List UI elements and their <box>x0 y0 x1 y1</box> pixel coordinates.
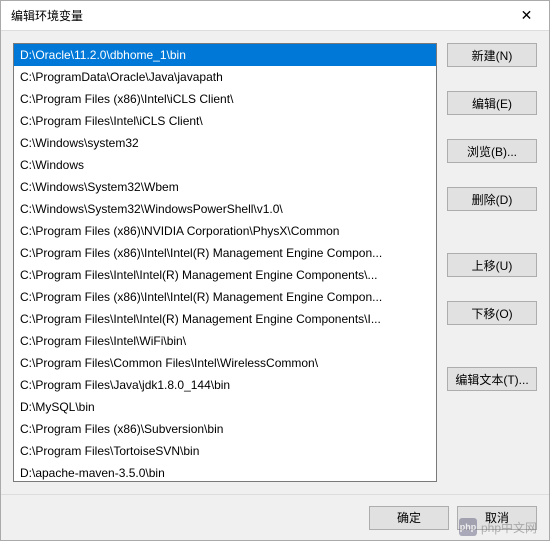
movedown-button[interactable]: 下移(O) <box>447 301 537 325</box>
list-item[interactable]: D:\Oracle\11.2.0\dbhome_1\bin <box>14 44 436 66</box>
list-item[interactable]: C:\Program Files (x86)\Intel\Intel(R) Ma… <box>14 242 436 264</box>
titlebar: 编辑环境变量 ✕ <box>1 1 549 31</box>
spacer <box>447 283 537 295</box>
spacer <box>447 121 537 133</box>
list-item[interactable]: C:\ProgramData\Oracle\Java\javapath <box>14 66 436 88</box>
spacer <box>447 235 537 247</box>
list-item[interactable]: C:\Windows\System32\Wbem <box>14 176 436 198</box>
list-item[interactable]: D:\apache-maven-3.5.0\bin <box>14 462 436 482</box>
browse-button[interactable]: 浏览(B)... <box>447 139 537 163</box>
edittext-button[interactable]: 编辑文本(T)... <box>447 367 537 391</box>
list-item[interactable]: C:\Program Files (x86)\Intel\iCLS Client… <box>14 88 436 110</box>
spacer <box>447 169 537 181</box>
ok-button[interactable]: 确定 <box>369 506 449 530</box>
delete-button[interactable]: 删除(D) <box>447 187 537 211</box>
list-item[interactable]: C:\Program Files\Intel\iCLS Client\ <box>14 110 436 132</box>
spacer <box>447 217 537 229</box>
spacer <box>447 331 537 343</box>
window-title: 编辑环境变量 <box>11 7 83 24</box>
list-item[interactable]: C:\Program Files (x86)\Subversion\bin <box>14 418 436 440</box>
close-icon: ✕ <box>521 7 533 24</box>
list-item[interactable]: C:\Program Files (x86)\Intel\Intel(R) Ma… <box>14 286 436 308</box>
edit-button[interactable]: 编辑(E) <box>447 91 537 115</box>
footer: 确定 取消 php php中文网 <box>1 494 549 540</box>
new-button[interactable]: 新建(N) <box>447 43 537 67</box>
content-area: D:\Oracle\11.2.0\dbhome_1\binC:\ProgramD… <box>1 31 549 494</box>
list-item[interactable]: C:\Program Files\Java\jdk1.8.0_144\bin <box>14 374 436 396</box>
spacer <box>447 73 537 85</box>
path-listbox[interactable]: D:\Oracle\11.2.0\dbhome_1\binC:\ProgramD… <box>13 43 437 482</box>
list-item[interactable]: C:\Program Files\Intel\Intel(R) Manageme… <box>14 308 436 330</box>
list-item[interactable]: C:\Program Files\Intel\Intel(R) Manageme… <box>14 264 436 286</box>
dialog-window: 编辑环境变量 ✕ D:\Oracle\11.2.0\dbhome_1\binC:… <box>0 0 550 541</box>
list-item[interactable]: C:\Program Files\Common Files\Intel\Wire… <box>14 352 436 374</box>
list-item[interactable]: C:\Program Files\TortoiseSVN\bin <box>14 440 436 462</box>
close-button[interactable]: ✕ <box>504 1 549 31</box>
list-item[interactable]: C:\Program Files (x86)\NVIDIA Corporatio… <box>14 220 436 242</box>
side-buttons: 新建(N) 编辑(E) 浏览(B)... 删除(D) 上移(U) 下移(O) 编… <box>447 43 537 482</box>
list-item[interactable]: D:\MySQL\bin <box>14 396 436 418</box>
cancel-button[interactable]: 取消 <box>457 506 537 530</box>
list-item[interactable]: C:\Program Files\Intel\WiFi\bin\ <box>14 330 436 352</box>
list-item[interactable]: C:\Windows <box>14 154 436 176</box>
list-item[interactable]: C:\Windows\system32 <box>14 132 436 154</box>
spacer <box>447 349 537 361</box>
list-item[interactable]: C:\Windows\System32\WindowsPowerShell\v1… <box>14 198 436 220</box>
moveup-button[interactable]: 上移(U) <box>447 253 537 277</box>
